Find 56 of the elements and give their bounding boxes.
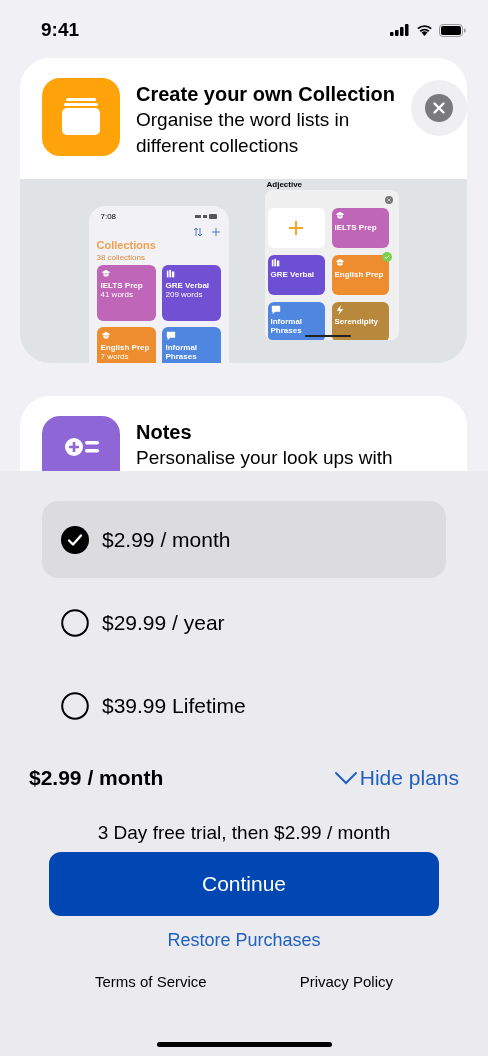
feature-description: Personalise your look ups with — [136, 446, 394, 470]
feature-title: Notes — [136, 420, 193, 445]
graduation-cap-icon — [100, 331, 111, 341]
wifi-icon — [416, 24, 433, 36]
plan-option[interactable]: $39.99 Lifetime — [42, 667, 446, 744]
collection-name: IELTS Prep — [100, 281, 144, 290]
trial-text: 3 Day free trial, then $2.99 / month — [97, 822, 391, 844]
hide-plans-button[interactable]: Hide plans — [333, 766, 459, 790]
word-count: 7 words — [100, 352, 130, 361]
word-count: 209 words — [165, 290, 204, 299]
card-stack-icon — [42, 78, 120, 156]
graduation-cap-icon — [334, 258, 345, 268]
close-icon — [384, 196, 393, 204]
legal-link[interactable]: Terms of Service — [95, 973, 207, 990]
home-indicator — [304, 335, 351, 337]
books-icon — [165, 269, 176, 279]
collection-name: GRE Verbal — [270, 270, 316, 279]
close-icon — [425, 94, 453, 122]
collection-count: 38 collections — [96, 253, 146, 262]
feature-description: Organise the word lists in different collections — [136, 108, 351, 158]
signal-icon — [390, 24, 410, 36]
graduation-cap-icon — [100, 269, 111, 279]
add-icon — [210, 227, 221, 237]
feature-title: Create your own Collection — [136, 82, 396, 107]
restore-purchases-link[interactable]: Restore Purchases — [167, 930, 321, 951]
screenshot-time: 7:08 — [100, 212, 117, 221]
collection-name: English Prep — [334, 270, 385, 279]
collection-name: GRE Verbal — [165, 281, 211, 290]
picker-label: Adjective — [265, 180, 304, 190]
word-count: 41 words — [100, 290, 134, 299]
collection-name: English Prep — [100, 343, 151, 352]
collection-name: Informal Phrases — [270, 317, 304, 335]
continue-button[interactable]: Continue — [49, 852, 439, 916]
battery-icon — [439, 23, 466, 37]
collection-name: Informal Phrases — [165, 343, 199, 361]
screenshot-title: Collections — [96, 239, 157, 251]
plus-icon — [288, 220, 304, 236]
selected-price: $2.99 / month — [29, 766, 164, 790]
legal-link[interactable]: Privacy Policy — [299, 973, 393, 990]
speech-bubble-icon — [165, 331, 176, 341]
radio-icon — [61, 691, 89, 720]
plan-option[interactable]: $2.99 / month — [42, 501, 446, 578]
chevron-icon — [333, 771, 358, 785]
speech-bubble-icon — [270, 305, 281, 315]
lightning-icon — [334, 305, 345, 315]
radio-icon — [61, 608, 89, 637]
status-icons — [194, 214, 217, 219]
books-icon — [270, 258, 281, 268]
collection-name: Serendipity — [334, 317, 380, 326]
status-time: 9:41 — [41, 19, 80, 41]
checked-radio-icon — [61, 525, 89, 554]
collection-name: IELTS Prep — [334, 223, 378, 232]
graduation-cap-icon — [334, 211, 345, 221]
close-button[interactable] — [411, 80, 467, 136]
sort-icon — [192, 227, 203, 237]
plan-option[interactable]: $29.99 / year — [42, 584, 446, 661]
